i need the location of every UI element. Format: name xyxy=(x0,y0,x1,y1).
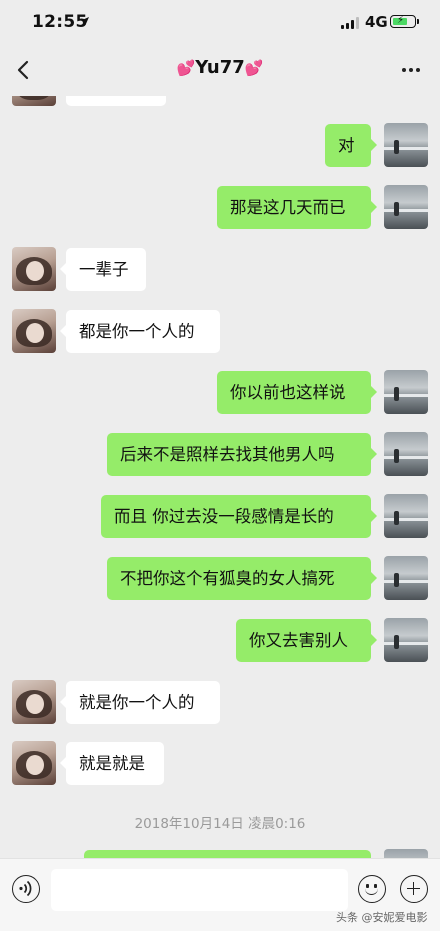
outgoing-message[interactable]: 后来不是照样去找其他男人吗 xyxy=(107,433,377,476)
outgoing-message[interactable]: 不把你这个有狐臭的女人搞死 xyxy=(107,557,377,600)
watermark: 头条 @安妮爱电影 xyxy=(336,911,428,924)
add-attachment-button[interactable] xyxy=(400,875,428,903)
my-avatar[interactable] xyxy=(384,556,428,600)
my-avatar[interactable] xyxy=(384,618,428,662)
my-avatar[interactable] xyxy=(384,432,428,476)
outgoing-message[interactable]: 你又去害别人 xyxy=(236,619,377,662)
my-avatar[interactable] xyxy=(384,370,428,414)
incoming-message[interactable]: 一辈子 xyxy=(60,248,146,291)
contact-avatar[interactable] xyxy=(12,309,56,353)
message-list: 对 那是这几天而已 一辈子 都是你一个人的 你以前也这样说 后来不是照样去找其他… xyxy=(0,96,440,858)
message-input[interactable] xyxy=(51,869,348,911)
network-type: 4G xyxy=(365,13,388,31)
contact-name: Yu77 xyxy=(195,57,245,78)
my-avatar[interactable] xyxy=(384,494,428,538)
chat-header: 💕Yu77💕 xyxy=(0,44,440,96)
signal-strength-icon xyxy=(341,17,359,29)
heart-icon: 💕 xyxy=(244,59,264,77)
my-avatar[interactable] xyxy=(384,123,428,167)
heart-icon: 💕 xyxy=(176,59,196,77)
voice-input-button[interactable] xyxy=(12,875,40,903)
message-timestamp: 2018年10月14日 凌晨0:16 xyxy=(134,816,306,832)
contact-avatar[interactable] xyxy=(12,680,56,724)
outgoing-message[interactable] xyxy=(84,850,371,858)
my-avatar[interactable] xyxy=(384,185,428,229)
status-bar: 12:55 4G ⚡ xyxy=(0,0,440,44)
outgoing-message[interactable]: 而且 你过去没一段感情是长的 xyxy=(101,495,377,538)
battery-icon: ⚡ xyxy=(390,15,419,28)
chat-title: 💕Yu77💕 xyxy=(0,57,440,78)
contact-avatar[interactable] xyxy=(12,96,56,106)
location-arrow-icon xyxy=(81,17,89,25)
incoming-message[interactable]: 就是就是 xyxy=(60,742,164,785)
my-avatar[interactable] xyxy=(384,849,428,858)
charging-bolt-icon: ⚡ xyxy=(397,15,405,26)
voice-wave-icon xyxy=(19,880,32,897)
outgoing-message[interactable]: 对 xyxy=(325,124,377,167)
contact-avatar[interactable] xyxy=(12,247,56,291)
incoming-message[interactable]: 都是你一个人的 xyxy=(60,310,220,353)
incoming-message[interactable]: 就是你一个人的 xyxy=(60,681,220,724)
emoji-button[interactable] xyxy=(358,875,386,903)
outgoing-message[interactable]: 你以前也这样说 xyxy=(217,371,377,414)
incoming-message[interactable] xyxy=(66,96,166,106)
outgoing-message[interactable]: 那是这几天而已 xyxy=(217,186,377,229)
contact-avatar[interactable] xyxy=(12,741,56,785)
more-options-icon[interactable] xyxy=(396,56,426,84)
input-bar: 头条 @安妮爱电影 xyxy=(0,858,440,931)
